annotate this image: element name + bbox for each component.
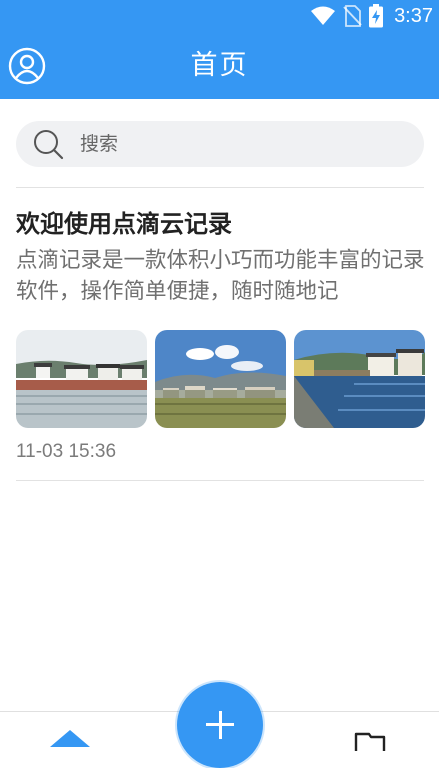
note-image-village-mountain[interactable] (155, 330, 286, 428)
home-icon[interactable] (48, 727, 92, 747)
search-input[interactable] (76, 121, 410, 167)
no-sim-icon (343, 5, 362, 27)
page-title: 首页 (190, 50, 249, 81)
add-note-button[interactable] (177, 682, 263, 768)
note-timestamp: 11-03 15:36 (16, 441, 117, 462)
battery-charging-icon (369, 4, 384, 28)
note-image-village-lake[interactable] (16, 330, 147, 428)
status-time: 3:37 (394, 4, 433, 27)
note-images (16, 330, 425, 428)
flag-icon[interactable] (353, 731, 387, 751)
note-body: 点滴记录是一款体积小巧而功能丰富的记录软件，操作简单便捷，随时随地记 (16, 248, 425, 304)
app-bar: 首页 (0, 32, 439, 99)
status-icons: 3:37 (310, 0, 433, 32)
search-bar[interactable] (16, 121, 424, 167)
add-icon-vertical (218, 710, 222, 739)
wifi-icon (311, 6, 336, 25)
note-image-village-pond[interactable] (294, 330, 425, 428)
note-title: 欢迎使用点滴云记录 (16, 210, 232, 238)
status-bar: 3:37 (0, 0, 439, 32)
divider-bottom (16, 480, 424, 481)
note-card[interactable]: 欢迎使用点滴云记录 点滴记录是一款体积小巧而功能丰富的记录软件，操作简单便捷，随… (16, 189, 425, 480)
divider-top (16, 187, 424, 188)
search-icon (34, 130, 64, 160)
